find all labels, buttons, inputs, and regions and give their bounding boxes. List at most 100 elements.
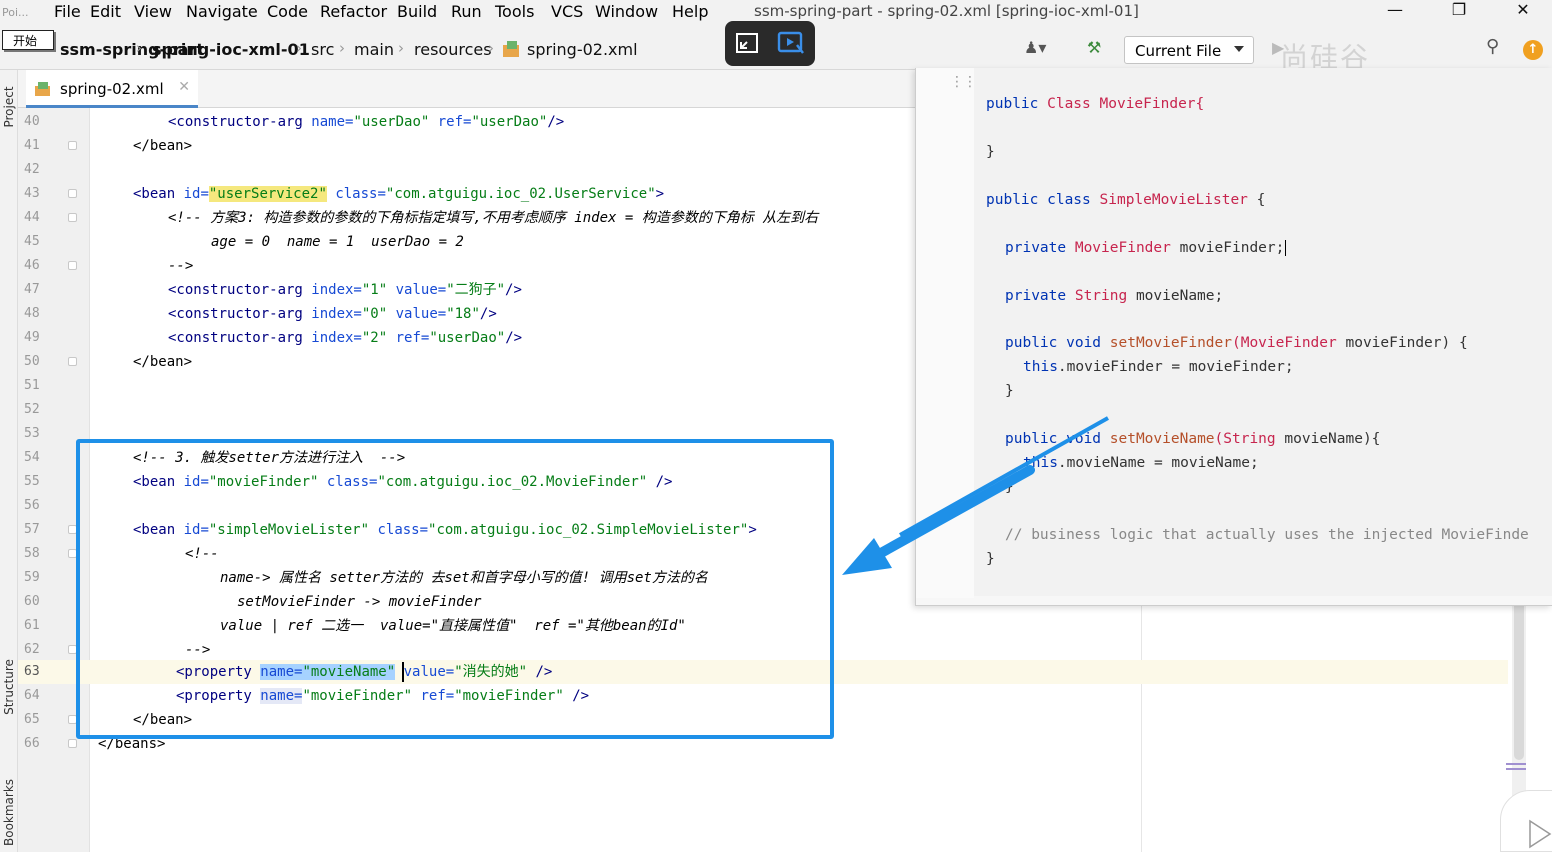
editor-tab-bar: spring-02.xml ✕	[18, 70, 918, 108]
code-token: movieFinder;	[1179, 240, 1285, 256]
fold-marker-icon[interactable]	[68, 141, 77, 150]
breadcrumb-resources[interactable]: resources	[414, 40, 492, 59]
line-number: 44	[24, 210, 40, 225]
text-cursor	[1285, 240, 1287, 256]
code-token: <constructor-arg	[168, 306, 303, 322]
menu-tools[interactable]: Tools	[495, 2, 534, 21]
code-token: movieFinder) {	[1345, 335, 1468, 351]
breadcrumb-module[interactable]: spring-ioc-xml-01	[152, 40, 310, 59]
panel-code-line: private MovieFinder movieFinder;	[1005, 240, 1287, 256]
breadcrumb-src[interactable]: src	[311, 40, 334, 59]
code-token: this	[1023, 359, 1058, 375]
menu-refactor[interactable]: Refactor	[320, 2, 387, 21]
breadcrumb-file[interactable]: spring-02.xml	[527, 40, 638, 59]
code-token: public	[986, 96, 1048, 112]
panel-code-line: }	[986, 144, 995, 160]
xml-file-icon	[503, 41, 519, 57]
left-tool-strip: Project Structure Bookmarks	[0, 70, 18, 852]
start-popup[interactable]: 开始	[2, 30, 54, 50]
run-configuration-select[interactable]: Current File	[1124, 36, 1254, 64]
restore-icon[interactable]: ❐	[1448, 0, 1470, 22]
user-account-icon[interactable]: ♟▾	[1024, 38, 1046, 57]
panel-code-line: }	[1005, 383, 1014, 399]
code-token: <constructor-arg	[168, 330, 303, 346]
menu-help[interactable]: Help	[672, 2, 708, 21]
panel-code-line: public void setMovieFinder(MovieFinder m…	[1005, 335, 1468, 351]
code-token: Class	[1047, 96, 1100, 112]
code-token: "2"	[361, 330, 388, 346]
code-token: value=	[387, 282, 447, 298]
line-number: 47	[24, 282, 40, 297]
code-token: ref=	[387, 330, 430, 346]
close-tab-icon[interactable]: ✕	[178, 79, 190, 95]
structure-tool-tab[interactable]: Structure	[2, 658, 16, 716]
code-token: <bean	[133, 186, 176, 202]
menu-view[interactable]: View	[134, 2, 172, 21]
line-number: 52	[24, 402, 40, 417]
code-token: (String	[1214, 431, 1285, 447]
menu-vcs[interactable]: VCS	[551, 2, 583, 21]
project-tool-tab[interactable]: Project	[2, 78, 16, 136]
code-token: public class	[986, 192, 1100, 208]
code-token: name=	[302, 114, 354, 130]
breadcrumb-separator-icon: ›	[136, 39, 142, 57]
hamburger-icon[interactable]	[1506, 760, 1526, 774]
code-token: "userDao"	[429, 330, 506, 346]
code-token: String	[1074, 288, 1136, 304]
code-token: private	[1005, 240, 1075, 256]
menu-window[interactable]: Window	[595, 2, 658, 21]
menu-build[interactable]: Build	[397, 2, 437, 21]
menu-run[interactable]: Run	[451, 2, 482, 21]
code-token: setMovieName	[1109, 431, 1215, 447]
fold-marker-icon[interactable]	[68, 213, 77, 222]
screen-record-icon[interactable]	[777, 31, 805, 55]
text-cursor	[402, 662, 404, 682]
window-title: ssm-spring-part - spring-02.xml [spring-…	[754, 2, 1139, 20]
fold-marker-icon[interactable]	[68, 357, 77, 366]
menu-file[interactable]: File	[54, 2, 81, 21]
bookmarks-tool-tab[interactable]: Bookmarks	[2, 779, 16, 846]
xml-file-icon	[35, 82, 50, 96]
code-comment: age = 0 name = 1 userDao = 2	[211, 234, 464, 250]
fold-marker-icon[interactable]	[68, 739, 77, 748]
breadcrumb-separator-icon: ›	[398, 39, 404, 57]
breadcrumb-main[interactable]: main	[354, 40, 394, 59]
panel-code-line: public class SimpleMovieLister {	[986, 192, 1265, 208]
code-token: "0"	[361, 306, 388, 322]
code-token: .movieName = movieName;	[1057, 455, 1259, 471]
line-number: 49	[24, 330, 40, 345]
menu-navigate[interactable]: Navigate	[186, 2, 258, 21]
line-number: 40	[24, 114, 40, 129]
minimize-window-icon[interactable]	[735, 32, 759, 54]
line-number: 53	[24, 426, 40, 441]
panel-code-line: private String movieName;	[1005, 288, 1223, 304]
code-token: </bean>	[133, 354, 193, 370]
build-hammer-icon[interactable]: ⚒	[1087, 38, 1101, 57]
menu-code[interactable]: Code	[267, 2, 308, 21]
drag-handle-icon[interactable]: ⋮⋮	[950, 74, 977, 90]
close-icon[interactable]: ✕	[1512, 0, 1534, 22]
breadcrumb-separator-icon: ›	[339, 39, 345, 57]
fold-marker-icon[interactable]	[68, 189, 77, 198]
code-token: private	[1005, 288, 1075, 304]
chevron-down-icon	[1234, 46, 1244, 52]
scrollbar-thumb[interactable]	[1514, 600, 1524, 760]
update-icon[interactable]: ↑	[1523, 40, 1543, 60]
menu-edit[interactable]: Edit	[90, 2, 121, 21]
line-number: 56	[24, 498, 40, 513]
fold-marker-icon[interactable]	[68, 261, 77, 270]
code-token: <constructor-arg	[168, 114, 303, 130]
code-token: />	[479, 306, 497, 322]
search-icon[interactable]: ⚲	[1486, 36, 1499, 57]
breadcrumb-separator-icon: ›	[488, 39, 494, 57]
floating-play-button[interactable]	[1500, 790, 1552, 852]
tab-label: spring-02.xml	[60, 80, 164, 98]
line-number: 61	[24, 618, 40, 633]
line-number: 41	[24, 138, 40, 153]
minimize-icon[interactable]: —	[1384, 0, 1406, 22]
code-token: "userDao"	[471, 114, 548, 130]
code-token: setMovieFinder	[1109, 335, 1232, 351]
editor-tab-spring-02[interactable]: spring-02.xml ✕	[26, 70, 198, 108]
code-token: </bean>	[133, 138, 193, 154]
code-token: "userService2"	[208, 186, 327, 202]
